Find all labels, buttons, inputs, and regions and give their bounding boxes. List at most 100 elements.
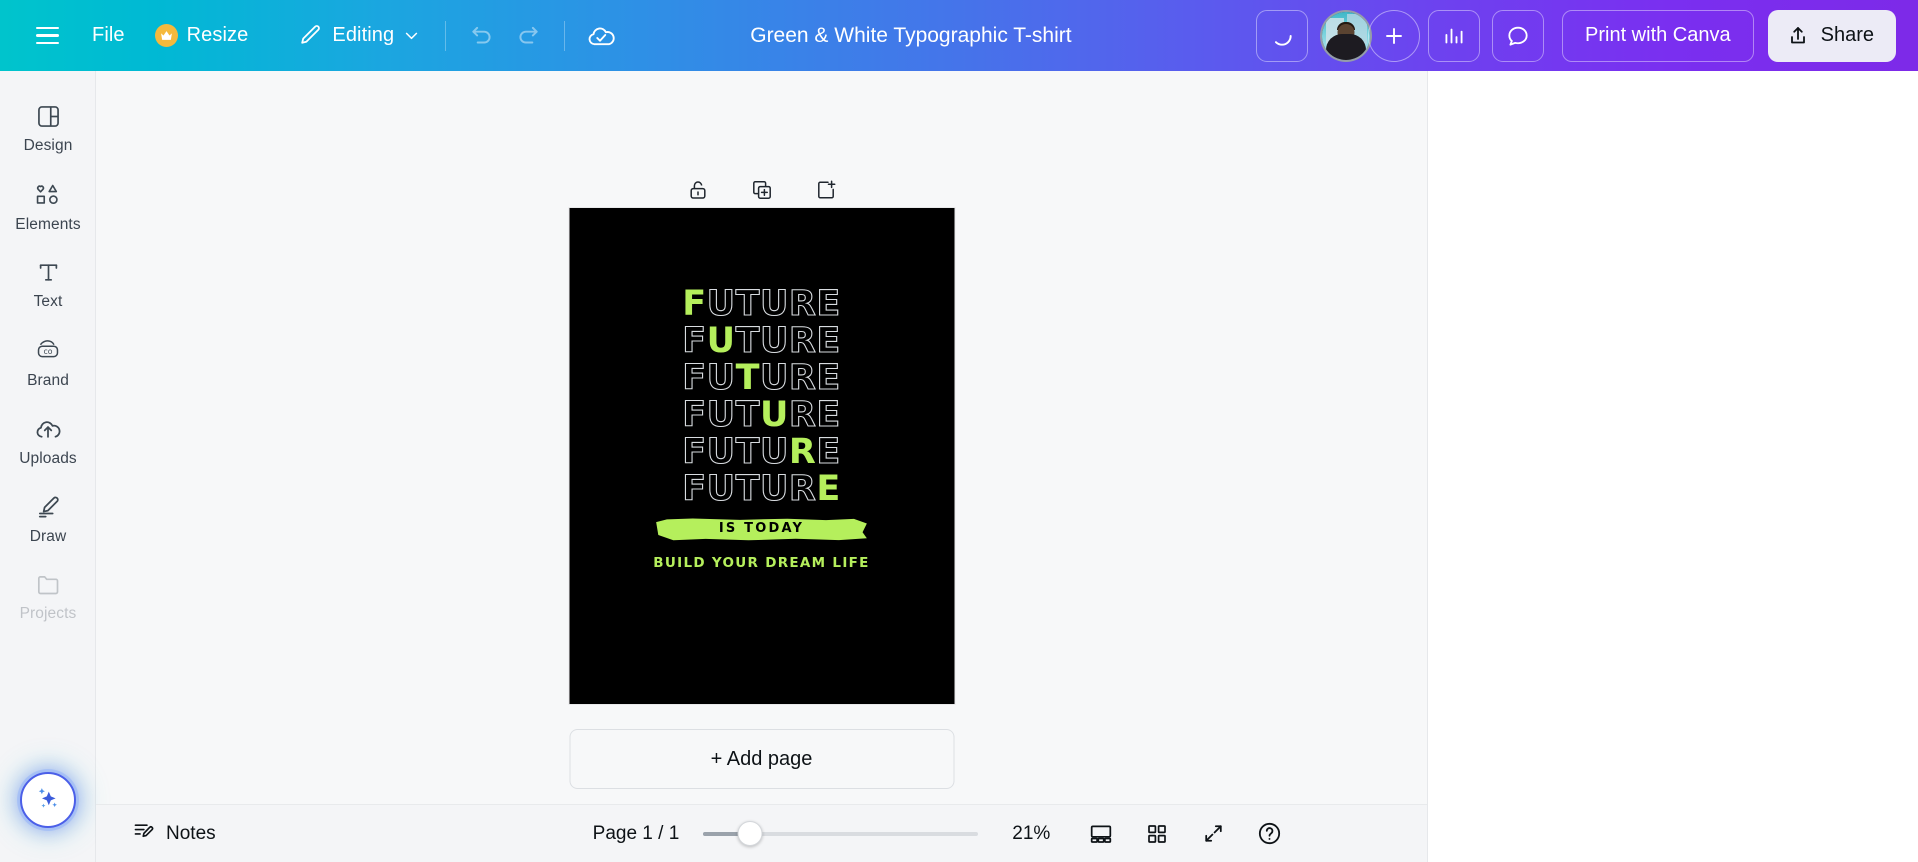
future-letter: T: [735, 395, 760, 435]
grid-view-icon[interactable]: [1136, 813, 1178, 855]
sidebar-item-label: Draw: [29, 527, 67, 545]
presentation-view-icon[interactable]: [1080, 813, 1122, 855]
chevron-down-icon: [403, 27, 420, 44]
file-menu-label: File: [92, 24, 125, 46]
future-letter: R: [788, 358, 817, 398]
future-letter: U: [706, 358, 736, 398]
right-side-panel: [1427, 71, 1918, 862]
design-page-canvas[interactable]: FUTURE FUTURE FUTURE FUTURE FUTURE FUTUR…: [569, 208, 954, 704]
share-label: Share: [1820, 24, 1874, 46]
future-letter: T: [735, 284, 760, 324]
cloud-saved-button[interactable]: [578, 13, 624, 59]
brush-highlight-group: IS TODAY: [569, 516, 954, 546]
future-letter: T: [735, 358, 760, 398]
future-letter: U: [706, 395, 736, 435]
future-letter: U: [759, 395, 789, 435]
share-upload-icon: [1786, 24, 1810, 48]
future-letter: E: [816, 358, 841, 398]
future-letter: U: [706, 284, 736, 324]
header-divider: [445, 20, 447, 51]
avatar[interactable]: [1320, 9, 1372, 62]
brand-co-icon: co: [34, 337, 62, 365]
page-indicator: Page 1 / 1: [592, 822, 680, 844]
sidebar-item-label: Uploads: [19, 449, 77, 467]
future-letter: F: [682, 358, 707, 398]
zoom-percent-label: 21%: [1012, 822, 1051, 844]
unlock-icon[interactable]: [679, 171, 717, 209]
tagline-text: BUILD YOUR DREAM LIFE: [653, 555, 870, 571]
sidebar-item-draw[interactable]: Draw: [0, 480, 96, 558]
duplicate-page-icon[interactable]: [743, 171, 781, 209]
sidebar-item-uploads[interactable]: Uploads: [0, 402, 96, 480]
sidebar-item-design[interactable]: Design: [0, 90, 96, 168]
invite-members-button[interactable]: [1368, 9, 1420, 62]
future-letter: R: [788, 395, 817, 435]
future-letter: U: [706, 321, 736, 361]
bottom-status-bar: Notes Page 1 / 1 21%: [96, 804, 1427, 862]
sidebar-item-label: Brand: [27, 371, 69, 389]
resize-button[interactable]: Resize: [143, 13, 261, 59]
redo-button[interactable]: [505, 13, 551, 59]
magic-studio-button[interactable]: [20, 772, 76, 828]
future-letter: E: [816, 321, 841, 361]
future-letter: T: [735, 469, 760, 509]
svg-text:co: co: [43, 347, 52, 356]
future-letter: R: [788, 321, 817, 361]
sidebar-item-text[interactable]: Text: [0, 246, 96, 324]
sidebar-item-brand[interactable]: co Brand: [0, 324, 96, 402]
text-t-icon: [35, 259, 62, 286]
future-letter: E: [816, 284, 841, 324]
future-letter: E: [816, 395, 841, 435]
future-letter: U: [759, 432, 789, 472]
crown-icon: [154, 24, 178, 47]
editing-label: Editing: [332, 24, 395, 46]
zoom-slider[interactable]: [703, 821, 979, 846]
notes-button[interactable]: Notes: [120, 811, 228, 856]
header-divider-2: [564, 20, 566, 51]
add-page-label: + Add page: [710, 747, 813, 770]
future-letter: F: [682, 395, 707, 435]
sidebar-item-projects[interactable]: Projects: [0, 558, 96, 636]
future-letter: F: [682, 284, 707, 324]
slider-handle[interactable]: [737, 821, 763, 846]
future-letter: R: [788, 432, 817, 472]
cloud-upload-icon: [34, 415, 62, 443]
document-title[interactable]: Green & White Typographic T-shirt: [736, 16, 1085, 56]
sidebar-item-label: Design: [23, 137, 73, 154]
loading-spinner-icon: [1256, 9, 1308, 62]
undo-button[interactable]: [459, 13, 505, 59]
future-letter: U: [759, 321, 789, 361]
future-letter: E: [816, 432, 841, 472]
folder-icon: [35, 571, 62, 598]
fullscreen-expand-icon[interactable]: [1192, 813, 1234, 855]
editing-mode-button[interactable]: Editing: [286, 13, 432, 59]
future-letter: F: [682, 321, 707, 361]
hamburger-menu-button[interactable]: [22, 13, 72, 59]
bottom-icon-group: [1080, 813, 1290, 855]
shapes-icon: [34, 181, 62, 209]
pen-draw-icon: [34, 493, 62, 521]
add-page-button[interactable]: + Add page: [569, 729, 954, 789]
help-question-icon[interactable]: [1248, 813, 1290, 855]
canvas-area: FUTURE FUTURE FUTURE FUTURE FUTURE FUTUR…: [96, 71, 1427, 862]
notes-label: Notes: [166, 822, 216, 844]
share-button[interactable]: Share: [1767, 9, 1896, 62]
hamburger-icon: [35, 27, 59, 44]
future-row: FUTURE: [569, 395, 954, 435]
future-row: FUTURE: [569, 284, 954, 324]
tshirt-artwork: FUTURE FUTURE FUTURE FUTURE FUTURE FUTUR…: [569, 284, 954, 571]
sidebar-item-elements[interactable]: Elements: [0, 168, 96, 246]
future-letter: R: [788, 284, 817, 324]
add-page-icon[interactable]: [807, 171, 845, 209]
collaborators-group: [1320, 9, 1420, 62]
file-menu-button[interactable]: File: [80, 13, 137, 59]
analytics-button[interactable]: [1428, 9, 1480, 62]
page-toolbar: [679, 171, 845, 209]
future-letter: U: [759, 284, 789, 324]
comment-button[interactable]: [1492, 9, 1544, 62]
future-row: FUTURE: [569, 432, 954, 472]
sidebar-item-label: Elements: [15, 215, 81, 233]
future-letter: U: [706, 469, 736, 509]
future-row: FUTURE: [569, 469, 954, 509]
print-with-canva-button[interactable]: Print with Canva: [1562, 9, 1754, 62]
